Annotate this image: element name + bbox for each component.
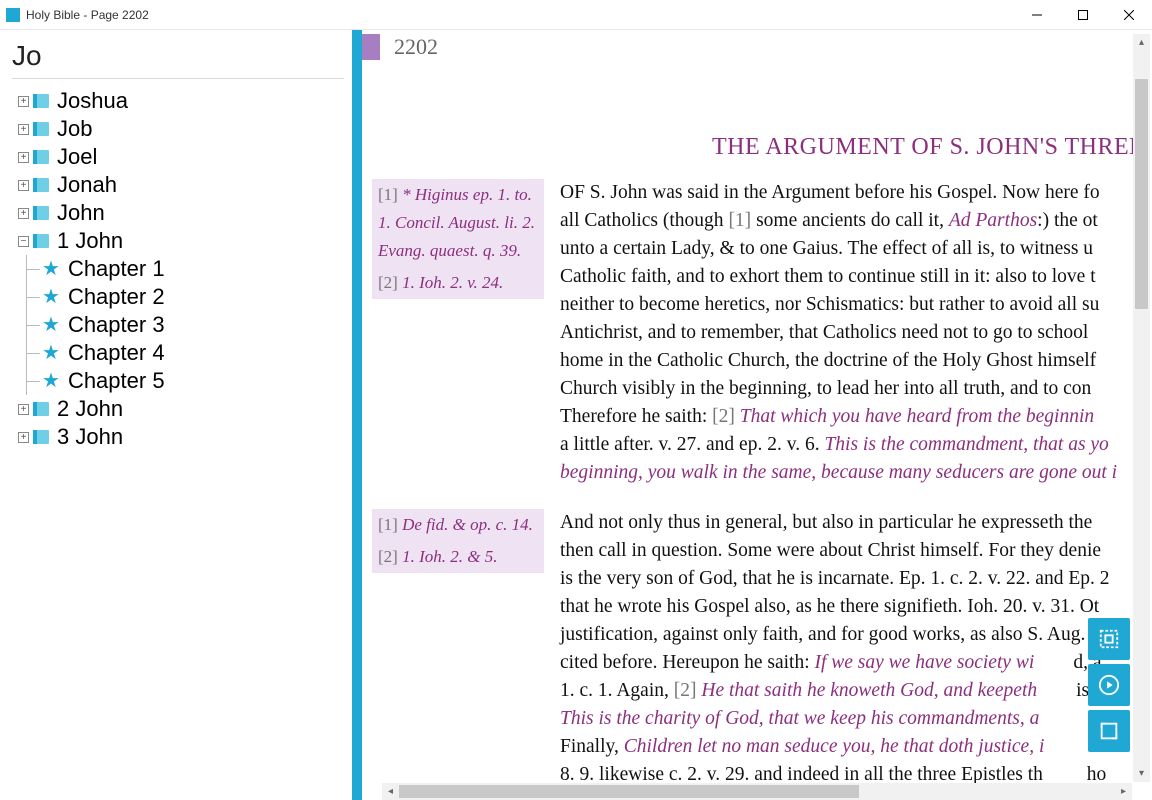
scroll-thumb[interactable]	[1135, 79, 1148, 309]
tree-item-chapter-1[interactable]: ★ Chapter 1	[12, 255, 344, 283]
pane-divider[interactable]	[352, 30, 362, 800]
expand-icon[interactable]: +	[18, 432, 29, 443]
tree-item-3john[interactable]: +3 John	[12, 423, 344, 451]
maximize-button[interactable]	[1060, 0, 1106, 30]
scroll-up-icon[interactable]: ▴	[1133, 34, 1150, 51]
collapse-icon[interactable]: −	[18, 236, 29, 247]
page-marker	[362, 34, 380, 60]
tree-item-job[interactable]: + Job	[12, 115, 344, 143]
expand-icon[interactable]: +	[18, 404, 29, 415]
page-number: 2202	[394, 34, 438, 60]
expand-icon[interactable]: +	[18, 208, 29, 219]
sidebar: +Joshua +Job +Joel +Jonah +John −1 John …	[0, 30, 352, 800]
scroll-left-icon[interactable]: ◂	[382, 783, 399, 800]
tree-item-joshua[interactable]: + Joshua	[12, 87, 344, 115]
tree-item-1john[interactable]: − 1 John	[12, 227, 344, 255]
tree-label: Chapter 4	[68, 339, 165, 367]
fullscreen-button[interactable]	[1088, 710, 1130, 752]
content-pane: 2202 THE ARGUMENT OF S. JOHN'S THREE [1]…	[362, 30, 1152, 800]
tree-item-john[interactable]: + John	[12, 199, 344, 227]
window-title: Holy Bible - Page 2202	[26, 8, 1014, 22]
tree-label: 1 John	[57, 227, 123, 255]
tree-label: Joshua	[57, 87, 128, 115]
tree-label: Chapter 1	[68, 255, 165, 283]
search-row	[12, 40, 344, 79]
body-text: OF S. John was said in the Argument befo…	[552, 179, 1152, 487]
margin-note: [1] * Higinus ep. 1. to. 1. Concil. Augu…	[372, 179, 544, 267]
book-icon	[33, 206, 49, 220]
floating-toolbar	[1088, 618, 1130, 752]
scroll-right-icon[interactable]: ▸	[1115, 783, 1132, 800]
page-heading: THE ARGUMENT OF S. JOHN'S THREE	[712, 134, 1152, 161]
expand-icon[interactable]: +	[18, 180, 29, 191]
star-icon: ★	[42, 367, 60, 395]
star-icon: ★	[42, 255, 60, 283]
tree-label: Job	[57, 115, 92, 143]
book-icon	[33, 94, 49, 108]
close-button[interactable]	[1106, 0, 1152, 30]
app-icon	[6, 8, 20, 22]
expand-icon[interactable]: +	[18, 124, 29, 135]
tree-label: 2 John	[57, 395, 123, 423]
tree-label: Chapter 3	[68, 311, 165, 339]
window-titlebar: Holy Bible - Page 2202	[0, 0, 1152, 30]
scroll-down-icon[interactable]: ▾	[1133, 765, 1150, 782]
margin-note: [2] 1. Ioh. 2. v. 24.	[372, 267, 544, 299]
expand-icon[interactable]: +	[18, 152, 29, 163]
tree-item-2john[interactable]: +2 John	[12, 395, 344, 423]
tree-item-chapter-5[interactable]: ★ Chapter 5	[12, 367, 344, 395]
tree-label: 3 John	[57, 423, 123, 451]
tree-item-chapter-2[interactable]: ★ Chapter 2	[12, 283, 344, 311]
play-button[interactable]	[1088, 664, 1130, 706]
book-icon	[33, 402, 49, 416]
book-icon	[33, 430, 49, 444]
tree-label: Chapter 2	[68, 283, 165, 311]
book-tree: +Joshua +Job +Joel +Jonah +John −1 John …	[12, 87, 344, 451]
tree-item-chapter-3[interactable]: ★ Chapter 3	[12, 311, 344, 339]
tree-label: John	[57, 199, 105, 227]
search-input[interactable]	[12, 40, 352, 72]
star-icon: ★	[42, 311, 60, 339]
book-icon	[33, 178, 49, 192]
layout-button[interactable]	[1088, 618, 1130, 660]
book-icon	[33, 122, 49, 136]
scroll-thumb[interactable]	[399, 785, 859, 798]
horizontal-scrollbar[interactable]: ◂ ▸	[382, 783, 1132, 800]
tree-item-chapter-4[interactable]: ★ Chapter 4	[12, 339, 344, 367]
minimize-button[interactable]	[1014, 0, 1060, 30]
star-icon: ★	[42, 339, 60, 367]
tree-item-joel[interactable]: + Joel	[12, 143, 344, 171]
tree-label: Jonah	[57, 171, 117, 199]
vertical-scrollbar[interactable]: ▴ ▾	[1133, 34, 1150, 782]
book-icon	[33, 234, 49, 248]
book-icon	[33, 150, 49, 164]
margin-note: [1] De fid. & op. c. 14.	[372, 509, 544, 541]
body-text: And not only thus in general, but also i…	[552, 509, 1152, 800]
tree-label: Chapter 5	[68, 367, 165, 395]
margin-note: [2] 1. Ioh. 2. & 5.	[372, 541, 544, 573]
tree-item-jonah[interactable]: + Jonah	[12, 171, 344, 199]
tree-label: Joel	[57, 143, 97, 171]
expand-icon[interactable]: +	[18, 96, 29, 107]
star-icon: ★	[42, 283, 60, 311]
